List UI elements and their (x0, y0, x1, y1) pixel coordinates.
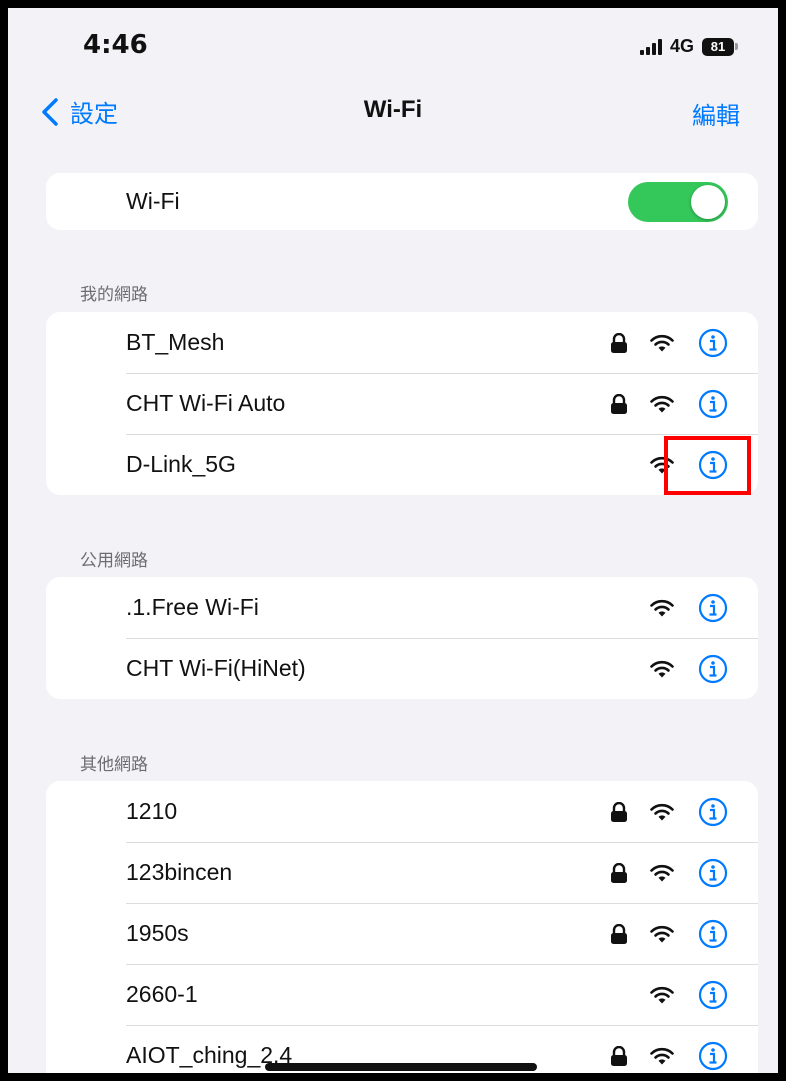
lock-icon (611, 1045, 627, 1066)
network-row[interactable]: 2660-1 (46, 964, 758, 1025)
network-row[interactable]: CHT Wi-Fi Auto (46, 373, 758, 434)
network-row[interactable]: .1.Free Wi-Fi (46, 577, 758, 638)
wifi-signal-icon (650, 864, 674, 881)
network-name: 123bincen (126, 859, 233, 885)
info-button-icon[interactable] (698, 654, 728, 684)
network-group-my-networks: BT_Mesh CHT Wi-Fi Auto D-Link_5G (46, 312, 758, 495)
wifi-toggle-row: Wi-Fi (46, 173, 758, 230)
section-header-public-networks: 公用網路 (80, 551, 148, 570)
wifi-signal-icon (650, 334, 674, 351)
info-button-icon[interactable] (698, 858, 728, 888)
network-name: D-Link_5G (126, 451, 236, 477)
wifi-signal-icon (650, 599, 674, 616)
network-name: CHT Wi-Fi(HiNet) (126, 655, 306, 681)
network-row[interactable]: D-Link_5G (46, 434, 758, 495)
edit-button[interactable]: 編輯 (692, 96, 740, 131)
network-name: 1210 (126, 798, 178, 824)
home-indicator[interactable] (265, 1063, 537, 1071)
info-button-icon[interactable] (698, 919, 728, 949)
network-name: BT_Mesh (126, 329, 225, 355)
lock-icon (611, 393, 627, 414)
highlight-box-annotation (664, 436, 751, 495)
status-bar: 4:46 4G 81 (8, 8, 778, 88)
wifi-signal-icon (650, 660, 674, 677)
toggle-knob (691, 184, 725, 219)
battery-icon: 81 (702, 37, 738, 56)
network-group-public-networks: .1.Free Wi-Fi CHT Wi-Fi(HiNet) (46, 577, 758, 699)
wifi-signal-icon (650, 1047, 674, 1064)
info-button-icon[interactable] (698, 328, 728, 358)
wifi-toggle-label: Wi-Fi (126, 188, 180, 214)
info-button-icon[interactable] (698, 1041, 728, 1071)
network-name: .1.Free Wi-Fi (126, 594, 259, 620)
info-button-icon[interactable] (698, 980, 728, 1010)
network-row[interactable]: 123bincen (46, 842, 758, 903)
phone-screen: 4:46 4G 81 設定 Wi-Fi 編輯 Wi-Fi 我的網路 BT_Mes… (0, 0, 786, 1081)
wifi-toggle-group: Wi-Fi (46, 173, 758, 230)
section-header-my-networks: 我的網路 (80, 285, 148, 304)
network-name: CHT Wi-Fi Auto (126, 390, 286, 416)
network-row[interactable]: AIOT_ching_2.4 (46, 1025, 758, 1073)
info-button-icon[interactable] (698, 797, 728, 827)
lock-icon (611, 862, 627, 883)
network-row[interactable]: 1950s (46, 903, 758, 964)
status-indicators: 4G 81 (639, 36, 738, 57)
battery-level: 81 (702, 37, 734, 56)
wifi-signal-icon (650, 925, 674, 942)
info-button-icon[interactable] (698, 389, 728, 419)
info-button-icon[interactable] (698, 593, 728, 623)
lock-icon (611, 332, 627, 353)
lock-icon (611, 923, 627, 944)
network-row[interactable]: 1210 (46, 781, 758, 842)
lock-icon (611, 801, 627, 822)
navigation-bar: 設定 Wi-Fi 編輯 (8, 88, 778, 138)
status-time: 4:46 (83, 30, 148, 60)
network-name: 2660-1 (126, 981, 198, 1007)
network-type-label: 4G (669, 36, 694, 56)
network-row[interactable]: CHT Wi-Fi(HiNet) (46, 638, 758, 699)
page-title: Wi-Fi (363, 96, 423, 123)
section-header-other-networks: 其他網路 (80, 755, 148, 774)
wifi-signal-icon (650, 803, 674, 820)
network-group-other-networks: 1210 123bincen 1950s 2660-1 AIOT_ching_2… (46, 781, 758, 1073)
wifi-toggle-switch[interactable] (628, 181, 728, 222)
wifi-signal-icon (650, 395, 674, 412)
cellular-signal-icon (639, 38, 662, 55)
network-row[interactable]: BT_Mesh (46, 312, 758, 373)
wifi-signal-icon (650, 986, 674, 1003)
network-name: 1950s (126, 920, 189, 946)
